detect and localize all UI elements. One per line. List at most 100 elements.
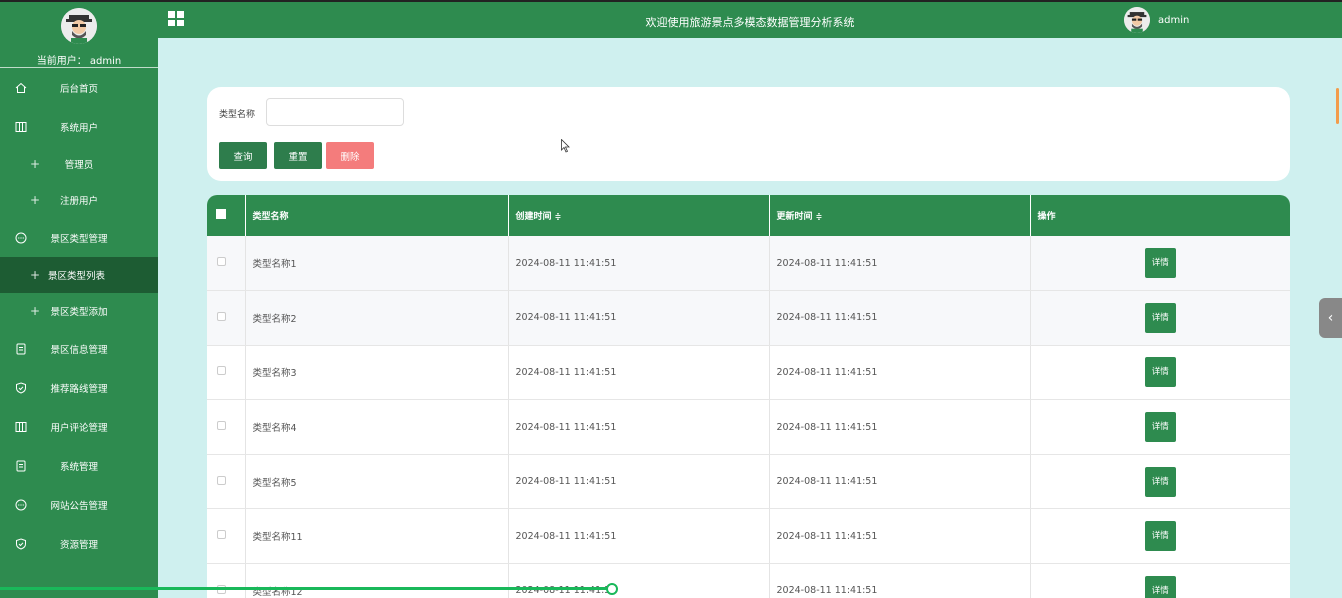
delete-button[interactable]: 删除 [326, 142, 374, 169]
type-name-cell: 类型名称11 [245, 508, 509, 565]
avatar [1124, 7, 1150, 33]
chevron-left-icon: ‹ [1327, 310, 1334, 326]
detail-button[interactable]: 详情 [1144, 412, 1176, 443]
sidebar-item-scenic-type-management[interactable]: 景区类型管理 [0, 218, 158, 257]
sidebar: 当前用户： admin 后台首页 系统用户 + 管理员 + 注册用户 景区类型管… [0, 0, 158, 598]
row-select-cell[interactable] [207, 236, 246, 292]
avatar [61, 8, 97, 44]
query-button[interactable]: 查询 [219, 142, 267, 169]
sidebar-item-route-management[interactable]: 推荐路线管理 [0, 368, 158, 407]
side-panel-toggle[interactable]: ‹ [1319, 298, 1342, 338]
sidebar-item-system-management[interactable]: 系统管理 [0, 446, 158, 485]
created-time-cell: 2024-08-11 11:41:51 [508, 345, 770, 401]
created-time-cell: 2024-08-11 11:41:51 [508, 508, 770, 565]
type-name-input[interactable] [266, 98, 404, 126]
sidebar-item-label: 管理员 [64, 160, 94, 171]
row-checkbox[interactable] [217, 366, 226, 376]
type-name-label: 类型名称 [219, 110, 256, 120]
sidebar-item-system-users[interactable]: 系统用户 [0, 107, 158, 146]
column-header-updated[interactable]: 更新时间 ≑ [769, 195, 1031, 236]
type-name-cell: 类型名称5 [245, 454, 509, 510]
detail-button[interactable]: 详情 [1144, 357, 1176, 388]
sidebar-item-label: 系统管理 [59, 461, 98, 473]
mouse-cursor-icon [561, 139, 570, 153]
top-bar: 欢迎使用旅游景点多模态数据管理分析系统 admin [158, 0, 1342, 38]
scrollbar-thumb[interactable] [1336, 88, 1339, 124]
row-select-cell[interactable] [207, 399, 246, 455]
sidebar-item-label: 后台首页 [59, 83, 98, 95]
sidebar-item-scenic-type-list[interactable]: + 景区类型列表 [0, 257, 158, 293]
created-time-cell: 2024-08-11 11:41:51 [508, 399, 770, 455]
column-header-label: 类型名称 [252, 212, 289, 222]
actions-cell: 详情 [1030, 236, 1290, 292]
row-select-cell[interactable] [207, 454, 246, 510]
sidebar-item-label: 景区类型管理 [50, 233, 108, 245]
table-row: 类型名称12 2024-08-11 11:41:51 2024-08-11 11… [207, 563, 1290, 598]
updated-time-cell: 2024-08-11 11:41:51 [769, 399, 1031, 455]
top-user-menu[interactable]: admin [1124, 7, 1189, 33]
updated-time-cell: 2024-08-11 11:41:51 [769, 236, 1031, 292]
sidebar-item-label: 资源管理 [59, 539, 98, 551]
type-name-cell: 类型名称12 [245, 563, 509, 598]
column-header-label: 操作 [1037, 212, 1056, 222]
table-row: 类型名称5 2024-08-11 11:41:51 2024-08-11 11:… [207, 454, 1290, 510]
column-header-actions: 操作 [1030, 195, 1290, 236]
table-row: 类型名称4 2024-08-11 11:41:51 2024-08-11 11:… [207, 399, 1290, 455]
video-progress-bar[interactable] [0, 587, 612, 590]
sort-icon[interactable]: ≑ [816, 212, 823, 221]
row-checkbox[interactable] [217, 475, 226, 485]
sidebar-item-resource-management[interactable]: 资源管理 [0, 524, 158, 563]
sidebar-item-label: 推荐路线管理 [50, 383, 108, 395]
actions-cell: 详情 [1030, 508, 1290, 565]
type-name-cell: 类型名称2 [245, 290, 509, 346]
sidebar-item-announcement-management[interactable]: 网站公告管理 [0, 485, 158, 524]
actions-cell: 详情 [1030, 345, 1290, 401]
detail-button[interactable]: 详情 [1144, 521, 1176, 552]
reset-button[interactable]: 重置 [274, 142, 322, 169]
row-checkbox[interactable] [217, 421, 226, 431]
sidebar-item-scenic-info-management[interactable]: 景区信息管理 [0, 329, 158, 368]
data-table: 类型名称 创建时间 ≑ 更新时间 ≑ 操作 类型名称1 2024-08-11 11:… [207, 195, 1290, 598]
current-user-label: 当前用户： admin [36, 56, 122, 67]
sidebar-item-label: 景区信息管理 [50, 344, 108, 356]
sidebar-item-registered-users[interactable]: + 注册用户 [0, 182, 158, 218]
updated-time-cell: 2024-08-11 11:41:51 [769, 345, 1031, 401]
actions-cell: 详情 [1030, 399, 1290, 455]
type-name-cell: 类型名称3 [245, 345, 509, 401]
video-progress-knob[interactable] [606, 583, 618, 595]
select-all-checkbox[interactable] [216, 209, 226, 219]
select-all-header[interactable] [207, 195, 246, 236]
column-header-type-name: 类型名称 [245, 195, 509, 236]
sidebar-item-admins[interactable]: + 管理员 [0, 146, 158, 182]
table-row: 类型名称3 2024-08-11 11:41:51 2024-08-11 11:… [207, 345, 1290, 401]
table-row: 类型名称11 2024-08-11 11:41:51 2024-08-11 11… [207, 508, 1290, 565]
actions-cell: 详情 [1030, 290, 1290, 346]
row-select-cell[interactable] [207, 345, 246, 401]
top-user-name: admin [1158, 14, 1190, 26]
row-select-cell[interactable] [207, 290, 246, 346]
detail-button[interactable]: 详情 [1144, 302, 1176, 333]
type-name-cell: 类型名称1 [245, 236, 509, 292]
table-header-row: 类型名称 创建时间 ≑ 更新时间 ≑ 操作 [207, 195, 1290, 236]
row-checkbox[interactable] [217, 257, 226, 267]
column-header-created[interactable]: 创建时间 ≑ [508, 195, 770, 236]
sidebar-item-home[interactable]: 后台首页 [0, 68, 158, 107]
updated-time-cell: 2024-08-11 11:41:51 [769, 290, 1031, 346]
detail-button[interactable]: 详情 [1144, 466, 1176, 497]
sort-icon[interactable]: ≑ [555, 212, 562, 221]
updated-time-cell: 2024-08-11 11:41:51 [769, 563, 1031, 598]
sidebar-item-label: 用户评论管理 [50, 422, 108, 434]
actions-cell: 详情 [1030, 454, 1290, 510]
actions-cell: 详情 [1030, 563, 1290, 598]
detail-button[interactable]: 详情 [1144, 248, 1176, 279]
sidebar-item-comment-management[interactable]: 用户评论管理 [0, 407, 158, 446]
search-panel: 类型名称 查询 重置 删除 [207, 87, 1290, 181]
row-checkbox[interactable] [217, 311, 226, 321]
row-checkbox[interactable] [217, 530, 226, 540]
column-header-label: 更新时间 [776, 212, 813, 222]
sidebar-item-scenic-type-add[interactable]: + 景区类型添加 [0, 293, 158, 329]
row-select-cell[interactable] [207, 508, 246, 565]
sidebar-item-label: 网站公告管理 [50, 500, 108, 512]
row-select-cell[interactable] [207, 563, 246, 598]
detail-button[interactable]: 详情 [1144, 575, 1176, 598]
